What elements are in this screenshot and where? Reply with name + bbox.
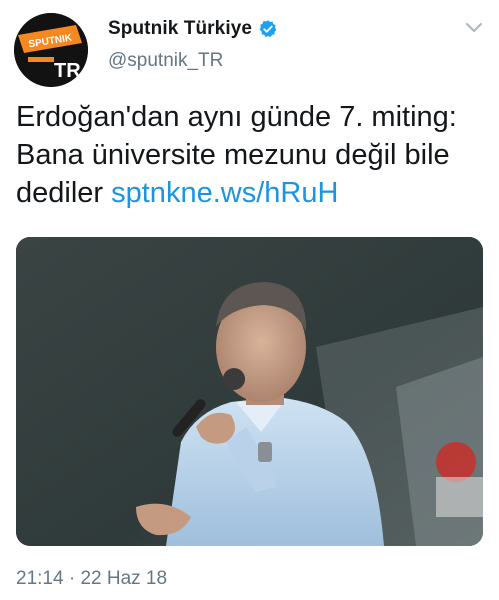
timestamp-time: 21:14 bbox=[16, 568, 64, 589]
tweet-media-photo[interactable] bbox=[16, 237, 483, 546]
verified-badge-icon bbox=[259, 20, 277, 37]
tweet-text: Erdoğan'dan aynı günde 7. miting: Bana ü… bbox=[16, 98, 486, 212]
tweet-timestamp[interactable]: 21:14 · 22 Haz 18 bbox=[16, 568, 167, 590]
tweet-text-line: dediler sptnkne.ws/hRuH bbox=[16, 174, 486, 212]
timestamp-date: 22 Haz 18 bbox=[80, 568, 168, 589]
chevron-down-icon[interactable] bbox=[465, 22, 483, 34]
author-name[interactable]: Sputnik Türkiye bbox=[108, 18, 252, 40]
author-row: Sputnik Türkiye bbox=[108, 18, 278, 40]
tweet-link[interactable]: sptnkne.ws/hRuH bbox=[111, 177, 338, 209]
tweet-card[interactable]: SPUTNIK TR Sputnik Türkiye @sputnik_TR E… bbox=[0, 0, 499, 600]
avatar-code-text: TR bbox=[54, 60, 81, 82]
tweet-text-line: Bana üniversite mezunu değil bile bbox=[16, 139, 450, 171]
avatar[interactable]: SPUTNIK TR bbox=[14, 13, 88, 87]
timestamp-separator: · bbox=[68, 568, 76, 589]
tweet-text-line: Erdoğan'dan aynı günde 7. miting: bbox=[16, 101, 457, 133]
author-handle[interactable]: @sputnik_TR bbox=[108, 50, 223, 72]
tweet-text-fragment: dediler bbox=[16, 177, 112, 209]
